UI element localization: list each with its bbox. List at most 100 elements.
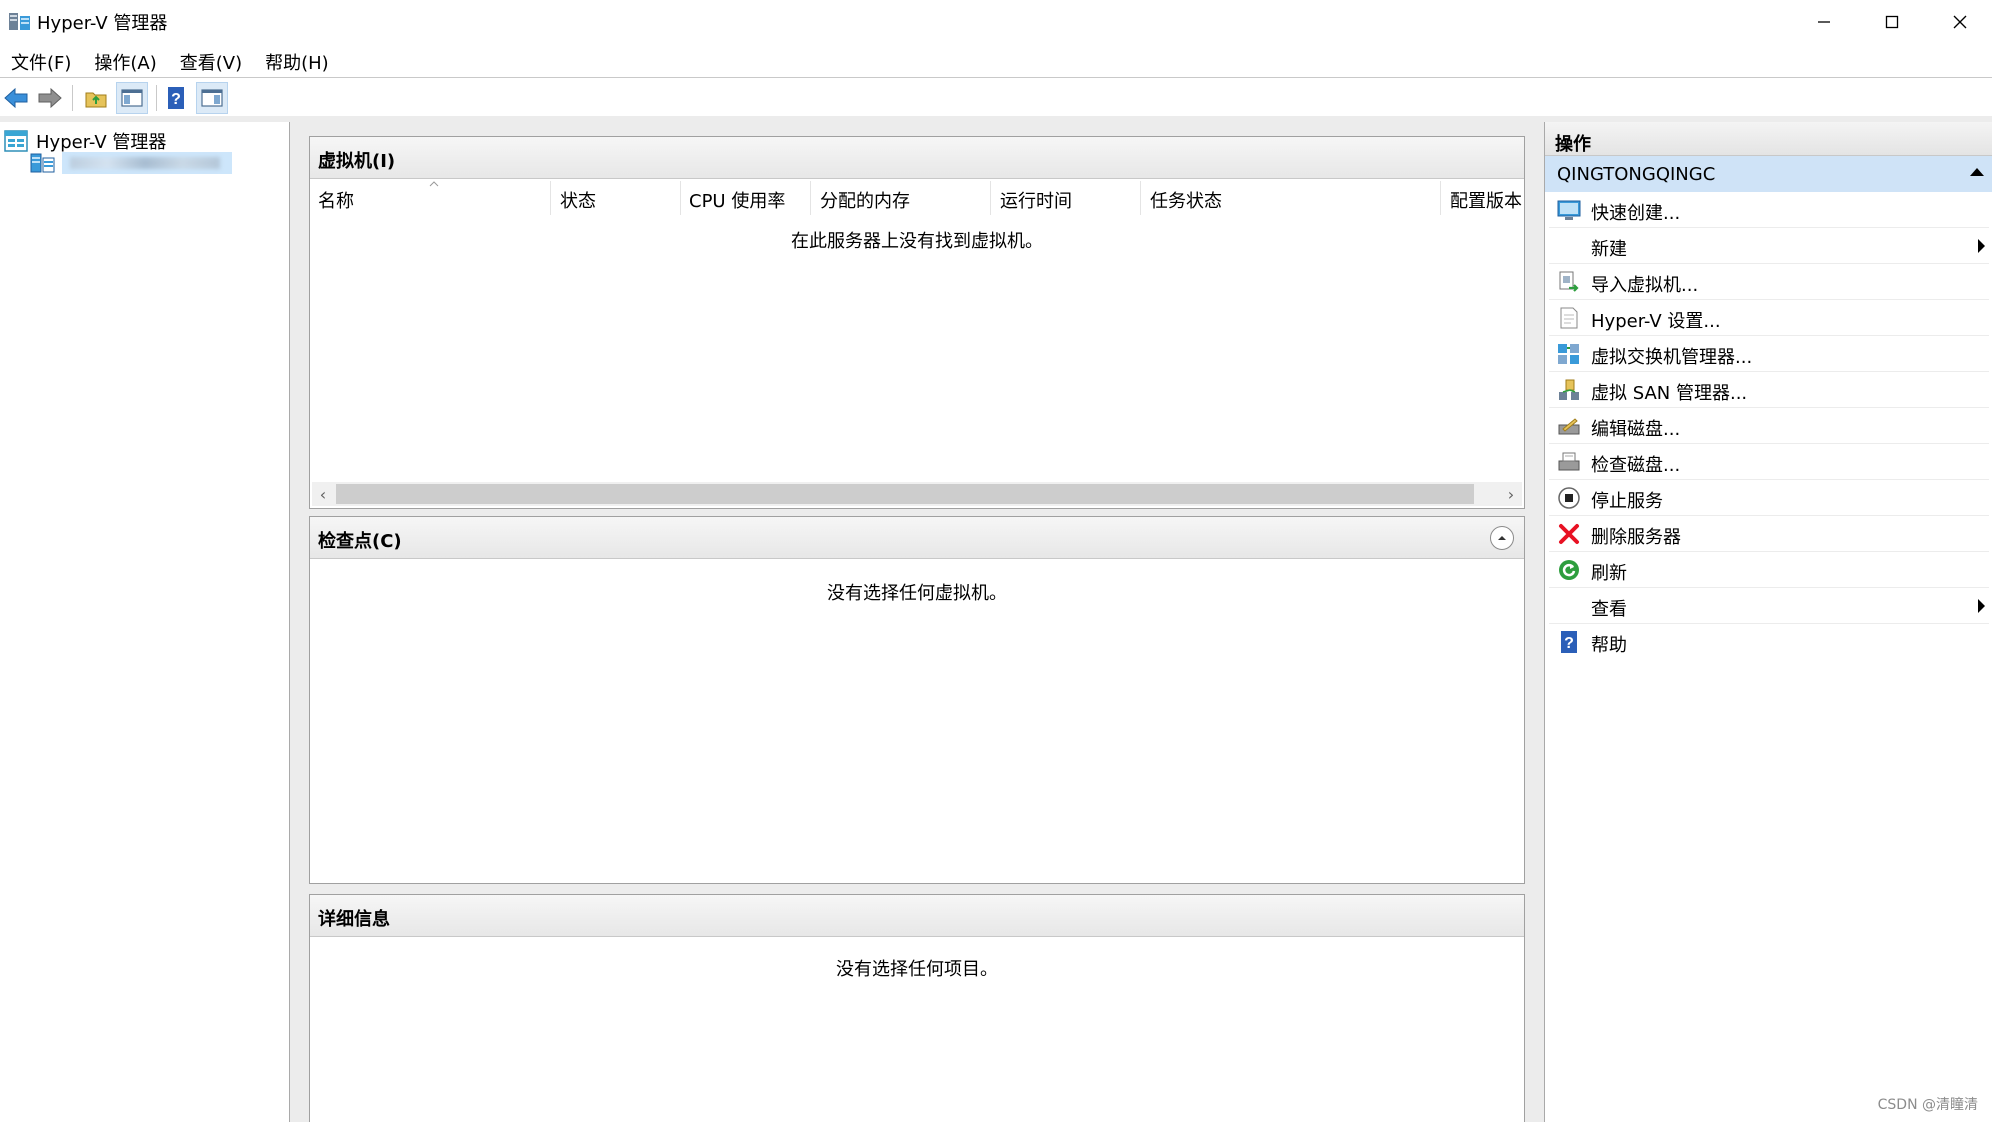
action-label: 虚拟交换机管理器...	[1591, 347, 1753, 368]
virtual-machines-title: 虚拟机(I)	[318, 151, 396, 172]
virtual-san-icon	[1557, 378, 1581, 402]
show-hide-console-tree-icon	[121, 89, 143, 107]
action-label: 查看	[1591, 599, 1627, 620]
column-divider[interactable]	[1440, 181, 1441, 215]
tree-item-server[interactable]	[30, 152, 232, 174]
menu-action[interactable]: 操作(A)	[83, 46, 168, 76]
edit-disk-icon	[1557, 414, 1581, 438]
column-divider[interactable]	[1140, 181, 1141, 215]
menu-bar: 文件(F) 操作(A) 查看(V) 帮助(H)	[0, 46, 341, 76]
action-label: 删除服务器	[1591, 527, 1681, 548]
details-empty-message: 没有选择任何项目。	[836, 959, 998, 980]
quick-create-icon	[1557, 198, 1581, 222]
up-level-button[interactable]	[80, 82, 112, 114]
minimize-icon	[1818, 21, 1830, 23]
sort-ascending-icon	[429, 181, 439, 187]
column-divider[interactable]	[990, 181, 991, 215]
forward-button[interactable]	[34, 82, 66, 114]
settings-doc-icon	[1557, 306, 1581, 330]
hyper-v-app-icon	[8, 10, 32, 32]
menu-help[interactable]: 帮助(H)	[254, 46, 341, 76]
scroll-right-icon[interactable]: ›	[1500, 482, 1522, 506]
action-import-vm[interactable]: 导入虚拟机...	[1549, 264, 1989, 300]
action-virtual-san-manager[interactable]: 虚拟 SAN 管理器...	[1549, 372, 1989, 408]
virtual-switch-icon	[1557, 342, 1581, 366]
action-quick-create[interactable]: 快速创建...	[1549, 192, 1989, 228]
tree-root-label: Hyper-V 管理器	[36, 132, 167, 153]
virtual-machines-panel: 虚拟机(I) 名称 状态 CPU 使用率 分配的内存 运行时间 任务状态 配置版…	[309, 136, 1525, 509]
actions-server-group[interactable]: QINGTONGQINGC	[1545, 156, 1992, 192]
column-task-status[interactable]: 任务状态	[1150, 187, 1222, 213]
collapse-triangle-icon[interactable]	[1970, 168, 1984, 176]
menu-file[interactable]: 文件(F)	[0, 46, 83, 76]
stop-service-icon	[1557, 486, 1581, 510]
menu-view[interactable]: 查看(V)	[169, 46, 254, 76]
details-panel: 详细信息 没有选择任何项目。	[309, 894, 1525, 1122]
action-label: Hyper-V 设置...	[1591, 311, 1721, 332]
checkpoints-panel: 检查点(C) 没有选择任何虚拟机。	[309, 516, 1525, 884]
title-bar: Hyper-V 管理器	[0, 0, 1992, 44]
forward-arrow-icon	[38, 87, 62, 109]
column-status[interactable]: 状态	[560, 187, 596, 213]
scrollbar-thumb[interactable]	[336, 484, 1474, 504]
close-button[interactable]	[1926, 0, 1992, 44]
maximize-icon	[1885, 15, 1899, 29]
vm-column-headers: 名称 状态 CPU 使用率 分配的内存 运行时间 任务状态 配置版本	[310, 179, 1524, 217]
action-label: 编辑磁盘...	[1591, 419, 1681, 440]
svg-text:?: ?	[171, 91, 181, 108]
vm-horizontal-scrollbar[interactable]: ‹ ›	[312, 482, 1522, 506]
close-icon	[1953, 15, 1967, 29]
action-hyper-v-settings[interactable]: Hyper-V 设置...	[1549, 300, 1989, 336]
column-divider[interactable]	[810, 181, 811, 215]
action-new[interactable]: 新建	[1549, 228, 1989, 264]
action-label: 帮助	[1591, 635, 1627, 656]
action-label: 快速创建...	[1591, 203, 1681, 224]
action-view[interactable]: 查看	[1549, 588, 1989, 624]
help-toolbar-button[interactable]: ?	[160, 82, 192, 114]
show-hide-action-pane-button[interactable]	[196, 82, 228, 114]
column-uptime[interactable]: 运行时间	[1000, 187, 1072, 213]
action-label: 检查磁盘...	[1591, 455, 1681, 476]
action-refresh[interactable]: 刷新	[1549, 552, 1989, 588]
chevron-up-icon	[1498, 536, 1506, 540]
server-name-redacted	[62, 152, 232, 174]
action-label: 虚拟 SAN 管理器...	[1591, 383, 1748, 404]
details-header: 详细信息	[310, 895, 1524, 937]
server-icon	[30, 153, 55, 173]
column-config-version[interactable]: 配置版本	[1450, 187, 1522, 213]
column-divider[interactable]	[680, 181, 681, 215]
toolbar-separator	[156, 85, 157, 111]
action-help[interactable]: ? 帮助	[1549, 624, 1989, 660]
delete-red-x-icon	[1557, 522, 1581, 546]
action-inspect-disk[interactable]: 检查磁盘...	[1549, 444, 1989, 480]
submenu-arrow-icon	[1978, 239, 1985, 253]
action-virtual-switch-manager[interactable]: 虚拟交换机管理器...	[1549, 336, 1989, 372]
tree-item-hyper-v-manager[interactable]: Hyper-V 管理器	[4, 128, 166, 154]
center-pane: 虚拟机(I) 名称 状态 CPU 使用率 分配的内存 运行时间 任务状态 配置版…	[294, 122, 1540, 1122]
back-arrow-icon	[4, 87, 28, 109]
scroll-left-icon[interactable]: ‹	[312, 482, 334, 506]
column-cpu-usage[interactable]: CPU 使用率	[689, 187, 785, 213]
inspect-disk-icon	[1557, 450, 1581, 474]
action-stop-service[interactable]: 停止服务	[1549, 480, 1989, 516]
action-label: 导入虚拟机...	[1591, 275, 1699, 296]
column-name[interactable]: 名称	[318, 187, 354, 213]
up-folder-icon	[85, 92, 107, 108]
minimize-button[interactable]	[1790, 0, 1858, 44]
action-delete-server[interactable]: 删除服务器	[1549, 516, 1989, 552]
svg-text:?: ?	[1564, 635, 1574, 652]
collapse-button[interactable]	[1490, 526, 1514, 550]
actions-pane: 操作 QINGTONGQINGC 快速创建... 新建 导入虚拟机... Hyp…	[1544, 122, 1992, 1122]
checkpoints-empty-message: 没有选择任何虚拟机。	[827, 583, 1007, 604]
maximize-button[interactable]	[1858, 0, 1926, 44]
import-vm-icon	[1557, 270, 1581, 294]
action-edit-disk[interactable]: 编辑磁盘...	[1549, 408, 1989, 444]
show-hide-console-tree-button[interactable]	[116, 82, 148, 114]
column-assigned-memory[interactable]: 分配的内存	[820, 187, 910, 213]
column-divider[interactable]	[550, 181, 551, 215]
back-button[interactable]	[0, 82, 32, 114]
actions-title: 操作	[1555, 134, 1591, 155]
toolbar-divider	[0, 77, 1992, 78]
virtual-machines-header: 虚拟机(I)	[310, 137, 1524, 179]
checkpoints-header: 检查点(C)	[310, 517, 1524, 559]
